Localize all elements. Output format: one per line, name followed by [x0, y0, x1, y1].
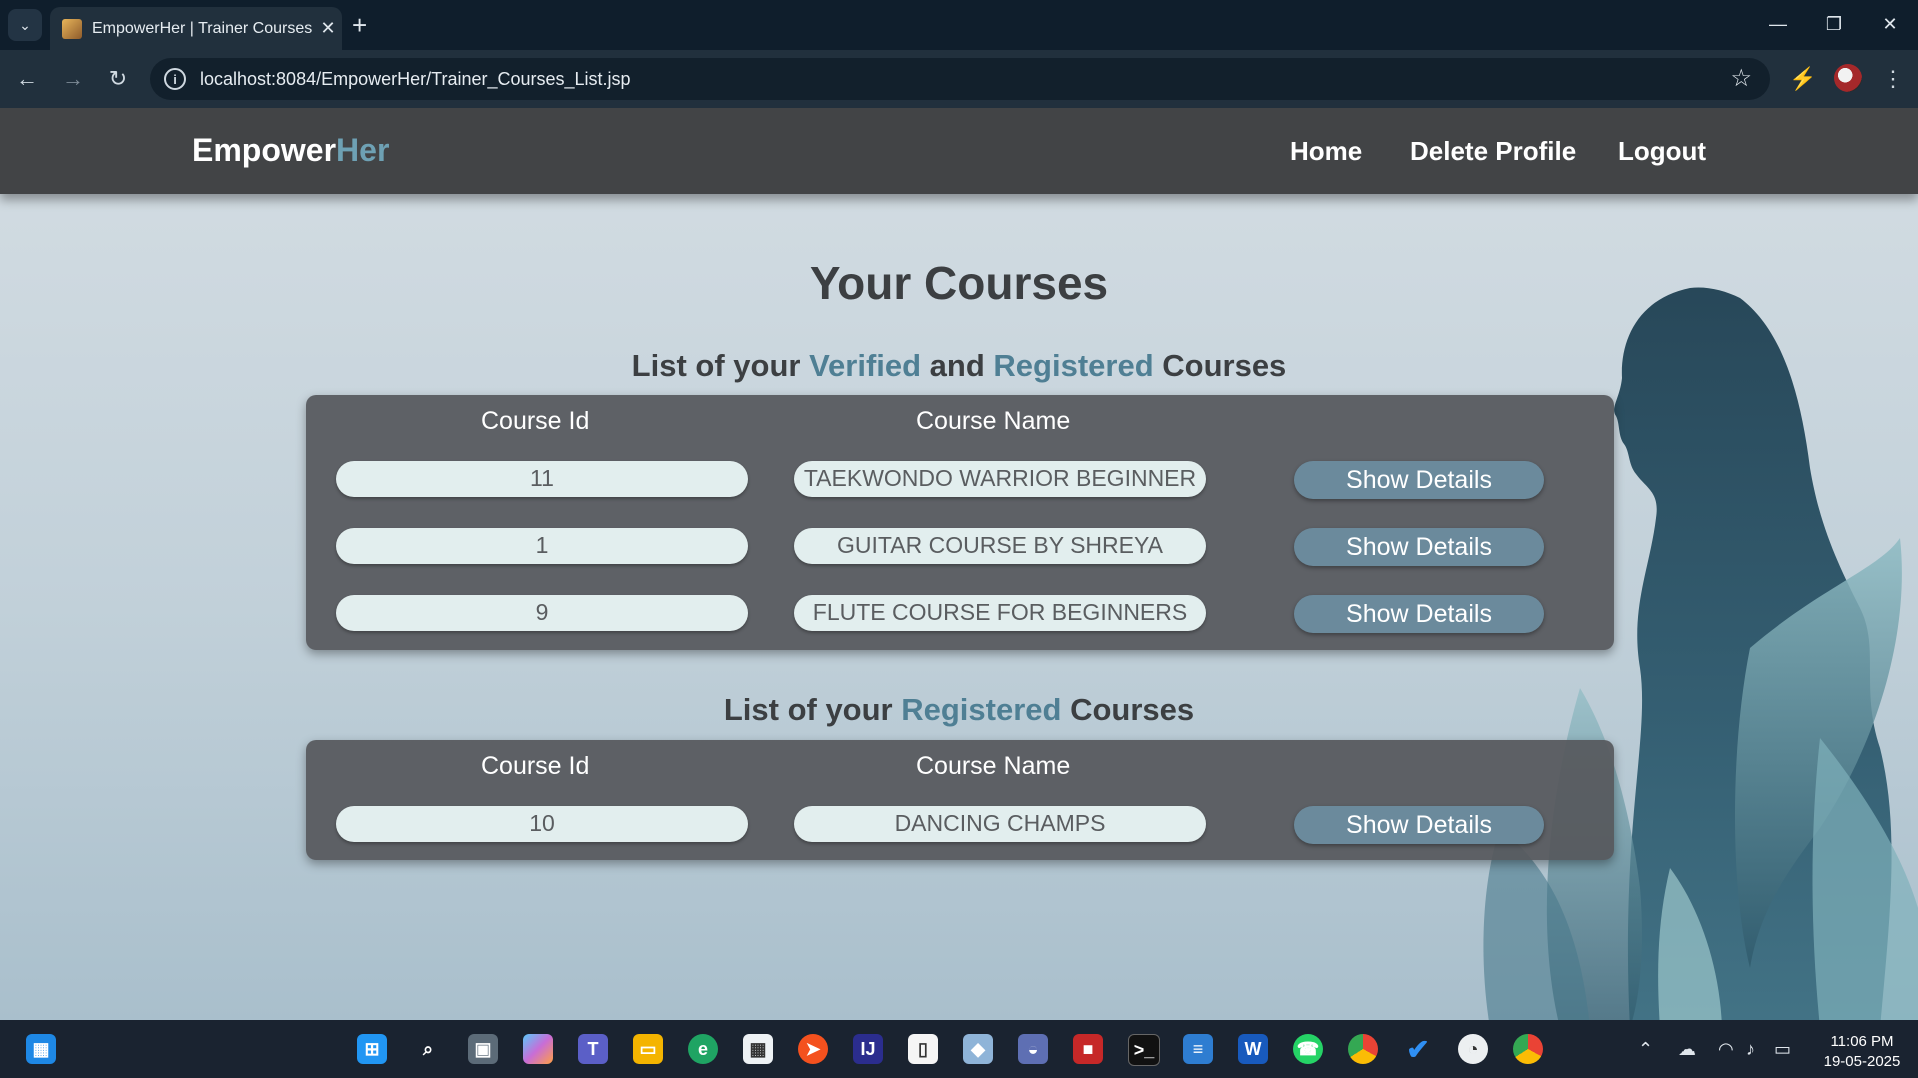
- course-id-field: 9: [336, 595, 748, 631]
- column-header-course-id: Course Id: [481, 752, 590, 780]
- course-name-field: TAEKWONDO WARRIOR BEGINNER: [794, 461, 1206, 497]
- virtualbox-icon[interactable]: ◆: [963, 1034, 993, 1064]
- tomcat-icon[interactable]: ■: [1073, 1034, 1103, 1064]
- notepad-icon[interactable]: ≡: [1183, 1034, 1213, 1064]
- section1-mid: and: [921, 348, 994, 383]
- nav-logout-link[interactable]: Logout: [1618, 136, 1706, 167]
- chrome-active-icon[interactable]: [1513, 1034, 1543, 1064]
- onedrive-icon[interactable]: ☁: [1678, 1039, 1696, 1060]
- edge-icon[interactable]: e: [688, 1034, 718, 1064]
- profile-avatar-icon[interactable]: [1834, 64, 1862, 92]
- site-favicon-icon: [62, 18, 82, 39]
- close-window-icon[interactable]: ✕: [1870, 10, 1910, 38]
- show-details-button[interactable]: Show Details: [1294, 595, 1544, 633]
- intellij-icon[interactable]: IJ: [853, 1034, 883, 1064]
- clock-time: 11:06 PM: [1830, 1033, 1894, 1050]
- course-id-field: 1: [336, 528, 748, 564]
- whatsapp-icon[interactable]: ☎: [1293, 1034, 1323, 1064]
- section1-registered-word: Registered: [993, 348, 1154, 383]
- widgets-icon[interactable]: ▦: [26, 1034, 56, 1064]
- volume-icon[interactable]: ♪: [1746, 1039, 1755, 1060]
- file-icon[interactable]: ▯: [908, 1034, 938, 1064]
- section2-registered-word: Registered: [901, 692, 1062, 727]
- verified-courses-table: Course Id Course Name 11 TAEKWONDO WARRI…: [306, 395, 1614, 650]
- browser-toolbar: ← → ↻ i localhost:8084/EmpowerHer/Traine…: [0, 50, 1918, 108]
- mysql-workbench-icon[interactable]: ◒: [1018, 1034, 1048, 1064]
- minimize-icon[interactable]: —: [1758, 10, 1798, 38]
- page-title: Your Courses: [809, 257, 1109, 309]
- extensions-icon[interactable]: ⚡: [1788, 64, 1818, 94]
- os-taskbar: ▦ ⊞ ⌕ ▣ T ▭ e ▦ ➤ IJ ▯ ◆ ◒ ■ >_ ≡ W ☎ ✔ …: [0, 1020, 1918, 1078]
- close-tab-icon[interactable]: ✕: [314, 18, 342, 39]
- new-tab-plus-icon[interactable]: +: [352, 10, 367, 40]
- section2-suffix: Courses: [1061, 692, 1195, 727]
- search-icon[interactable]: ⌕: [413, 1034, 443, 1064]
- tab-search-button[interactable]: ⌄: [8, 9, 42, 41]
- column-header-course-id: Course Id: [481, 407, 590, 435]
- battery-icon[interactable]: ▭: [1774, 1039, 1791, 1060]
- store-icon[interactable]: ▦: [743, 1034, 773, 1064]
- page-content: EmpowerHer Home Delete Profile Logout Yo…: [0, 108, 1918, 1020]
- registered-courses-table: Course Id Course Name 10 DANCING CHAMPS …: [306, 740, 1614, 860]
- url-text[interactable]: localhost:8084/EmpowerHer/Trainer_Course…: [200, 69, 631, 90]
- column-header-course-name: Course Name: [916, 752, 1071, 780]
- verified-section-title: List of your Verified and Registered Cou…: [0, 348, 1918, 384]
- brand-logo[interactable]: EmpowerHer: [192, 132, 389, 169]
- section1-suffix: Courses: [1153, 348, 1287, 383]
- copilot-icon[interactable]: [523, 1034, 553, 1064]
- course-name-field: GUITAR COURSE BY SHREYA: [794, 528, 1206, 564]
- browser-tab-strip: ⌄ EmpowerHer | Trainer Courses ✕ + — ❐ ✕: [0, 0, 1918, 50]
- windows-start-icon[interactable]: ⊞: [357, 1034, 387, 1064]
- clock-app-icon[interactable]: ◔: [1458, 1034, 1488, 1064]
- section2-prefix: List of your: [723, 692, 902, 727]
- brand-accent-text: Her: [336, 132, 390, 168]
- course-name-field: FLUTE COURSE FOR BEGINNERS: [794, 595, 1206, 631]
- site-info-icon[interactable]: i: [164, 68, 186, 90]
- course-id-field: 11: [336, 461, 748, 497]
- brand-main-text: Empower: [192, 132, 337, 168]
- column-header-course-name: Course Name: [916, 407, 1071, 435]
- site-navbar: EmpowerHer Home Delete Profile Logout: [0, 108, 1918, 194]
- postman-icon[interactable]: ➤: [798, 1034, 828, 1064]
- wifi-icon[interactable]: ◠: [1718, 1039, 1734, 1060]
- nav-home-link[interactable]: Home: [1290, 136, 1362, 167]
- show-hidden-icons-icon[interactable]: ⌃: [1638, 1039, 1653, 1060]
- course-id-field: 10: [336, 806, 748, 842]
- word-icon[interactable]: W: [1238, 1034, 1268, 1064]
- restore-icon[interactable]: ❐: [1814, 10, 1854, 38]
- section1-prefix: List of your: [631, 348, 810, 383]
- chrome-icon[interactable]: [1348, 1034, 1378, 1064]
- task-view-icon[interactable]: ▣: [468, 1034, 498, 1064]
- course-name-field: DANCING CHAMPS: [794, 806, 1206, 842]
- reload-icon[interactable]: ↻: [103, 64, 133, 94]
- tab-title: EmpowerHer | Trainer Courses: [92, 19, 313, 37]
- browser-tab[interactable]: EmpowerHer | Trainer Courses ✕: [50, 7, 342, 50]
- clock-date: 19-05-2025: [1823, 1053, 1901, 1070]
- todo-check-icon[interactable]: ✔: [1403, 1034, 1433, 1065]
- file-explorer-icon[interactable]: ▭: [633, 1034, 663, 1064]
- bookmark-star-icon[interactable]: ☆: [1730, 64, 1752, 93]
- nav-delete-profile-link[interactable]: Delete Profile: [1410, 136, 1576, 167]
- back-arrow-icon[interactable]: ←: [12, 64, 42, 94]
- teams-icon[interactable]: T: [578, 1034, 608, 1064]
- show-details-button[interactable]: Show Details: [1294, 461, 1544, 499]
- system-clock[interactable]: 11:06 PM 19-05-2025: [1812, 1032, 1912, 1072]
- registered-section-title: List of your Registered Courses: [0, 692, 1918, 728]
- show-details-button[interactable]: Show Details: [1294, 528, 1544, 566]
- menu-dots-icon[interactable]: ⋮: [1878, 64, 1908, 94]
- terminal-icon[interactable]: >_: [1128, 1034, 1160, 1066]
- show-details-button[interactable]: Show Details: [1294, 806, 1544, 844]
- address-bar[interactable]: i localhost:8084/EmpowerHer/Trainer_Cour…: [150, 58, 1770, 100]
- section1-verified-word: Verified: [809, 348, 922, 383]
- chevron-down-icon: ⌄: [19, 16, 31, 33]
- forward-arrow-icon[interactable]: →: [58, 64, 88, 94]
